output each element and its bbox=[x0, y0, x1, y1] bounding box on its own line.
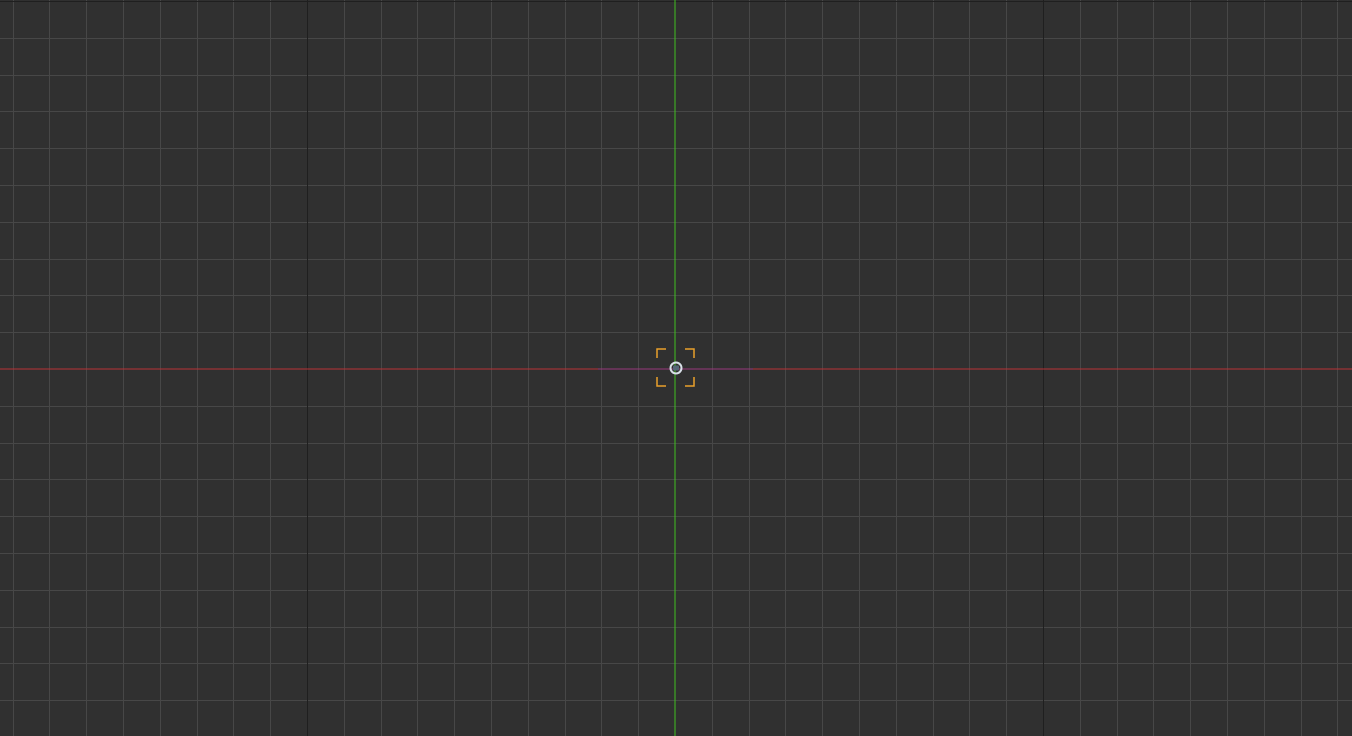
3d-viewport[interactable] bbox=[0, 0, 1352, 736]
viewport-canvas[interactable] bbox=[0, 0, 1352, 736]
